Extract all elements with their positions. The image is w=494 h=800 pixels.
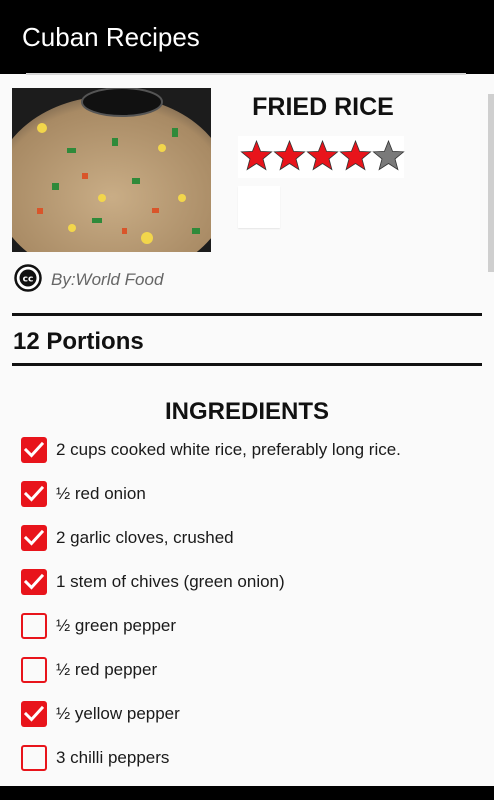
checkmark-icon: [24, 529, 44, 546]
ingredient-item[interactable]: 2 cups cooked white rice, preferably lon…: [21, 436, 481, 466]
checkbox-unchecked[interactable]: [21, 657, 47, 683]
checkmark-icon: [24, 485, 44, 502]
ingredient-label: ½ green pepper: [56, 616, 177, 635]
divider: [26, 73, 466, 75]
ingredient-label: ½ red pepper: [56, 660, 158, 679]
ingredient-label: ½ yellow pepper: [56, 704, 180, 723]
checkmark-icon: [24, 705, 44, 722]
star-filled-icon[interactable]: [339, 140, 372, 173]
divider: [12, 363, 482, 366]
ingredient-item[interactable]: 1 stem of chives (green onion): [21, 568, 481, 598]
checkbox-checked[interactable]: [21, 569, 47, 595]
checkbox-checked[interactable]: [21, 701, 47, 727]
portions-label: 12 Portions: [13, 328, 144, 355]
scrollbar[interactable]: [488, 94, 494, 272]
divider: [12, 313, 482, 316]
checkmark-icon: [24, 441, 44, 458]
ingredient-label: 2 garlic cloves, crushed: [56, 528, 234, 547]
ingredient-label: 1 stem of chives (green onion): [56, 572, 285, 591]
app-bar: Cuban Recipes: [0, 0, 494, 74]
ingredient-item[interactable]: ½ red pepper: [21, 656, 481, 686]
star-filled-icon[interactable]: [240, 140, 273, 173]
ingredient-item[interactable]: 3 chilli peppers: [21, 744, 481, 774]
navigation-bar: [0, 786, 494, 800]
ingredient-label: ½ red onion: [56, 484, 146, 503]
ingredient-label: 3 chilli peppers: [56, 748, 170, 767]
ingredient-label: 2 cups cooked white rice, preferably lon…: [56, 440, 401, 459]
recipe-photo: [12, 88, 211, 252]
author-label: By:World Food: [51, 270, 164, 289]
favorite-placeholder[interactable]: [238, 186, 280, 228]
ingredient-item[interactable]: ½ red onion: [21, 480, 481, 510]
recipe-title: FRIED RICE: [252, 93, 394, 121]
ingredient-item[interactable]: ½ green pepper: [21, 612, 481, 642]
app-title: Cuban Recipes: [22, 22, 200, 52]
ingredients-heading: INGREDIENTS: [164, 398, 329, 425]
checkbox-checked[interactable]: [21, 525, 47, 551]
checkbox-unchecked[interactable]: [21, 613, 47, 639]
star-filled-icon[interactable]: [273, 140, 306, 173]
rating-stars[interactable]: [238, 136, 405, 178]
star-filled-icon[interactable]: [306, 140, 339, 173]
checkbox-checked[interactable]: [21, 437, 47, 463]
creative-commons-icon: cc: [14, 264, 42, 292]
ingredient-item[interactable]: 2 garlic cloves, crushed: [21, 524, 481, 554]
star-empty-icon[interactable]: [372, 140, 405, 173]
checkmark-icon: [24, 573, 44, 590]
svg-text:cc: cc: [23, 275, 34, 285]
checkbox-checked[interactable]: [21, 481, 47, 507]
checkbox-unchecked[interactable]: [21, 745, 47, 771]
ingredient-item[interactable]: ½ yellow pepper: [21, 700, 481, 730]
